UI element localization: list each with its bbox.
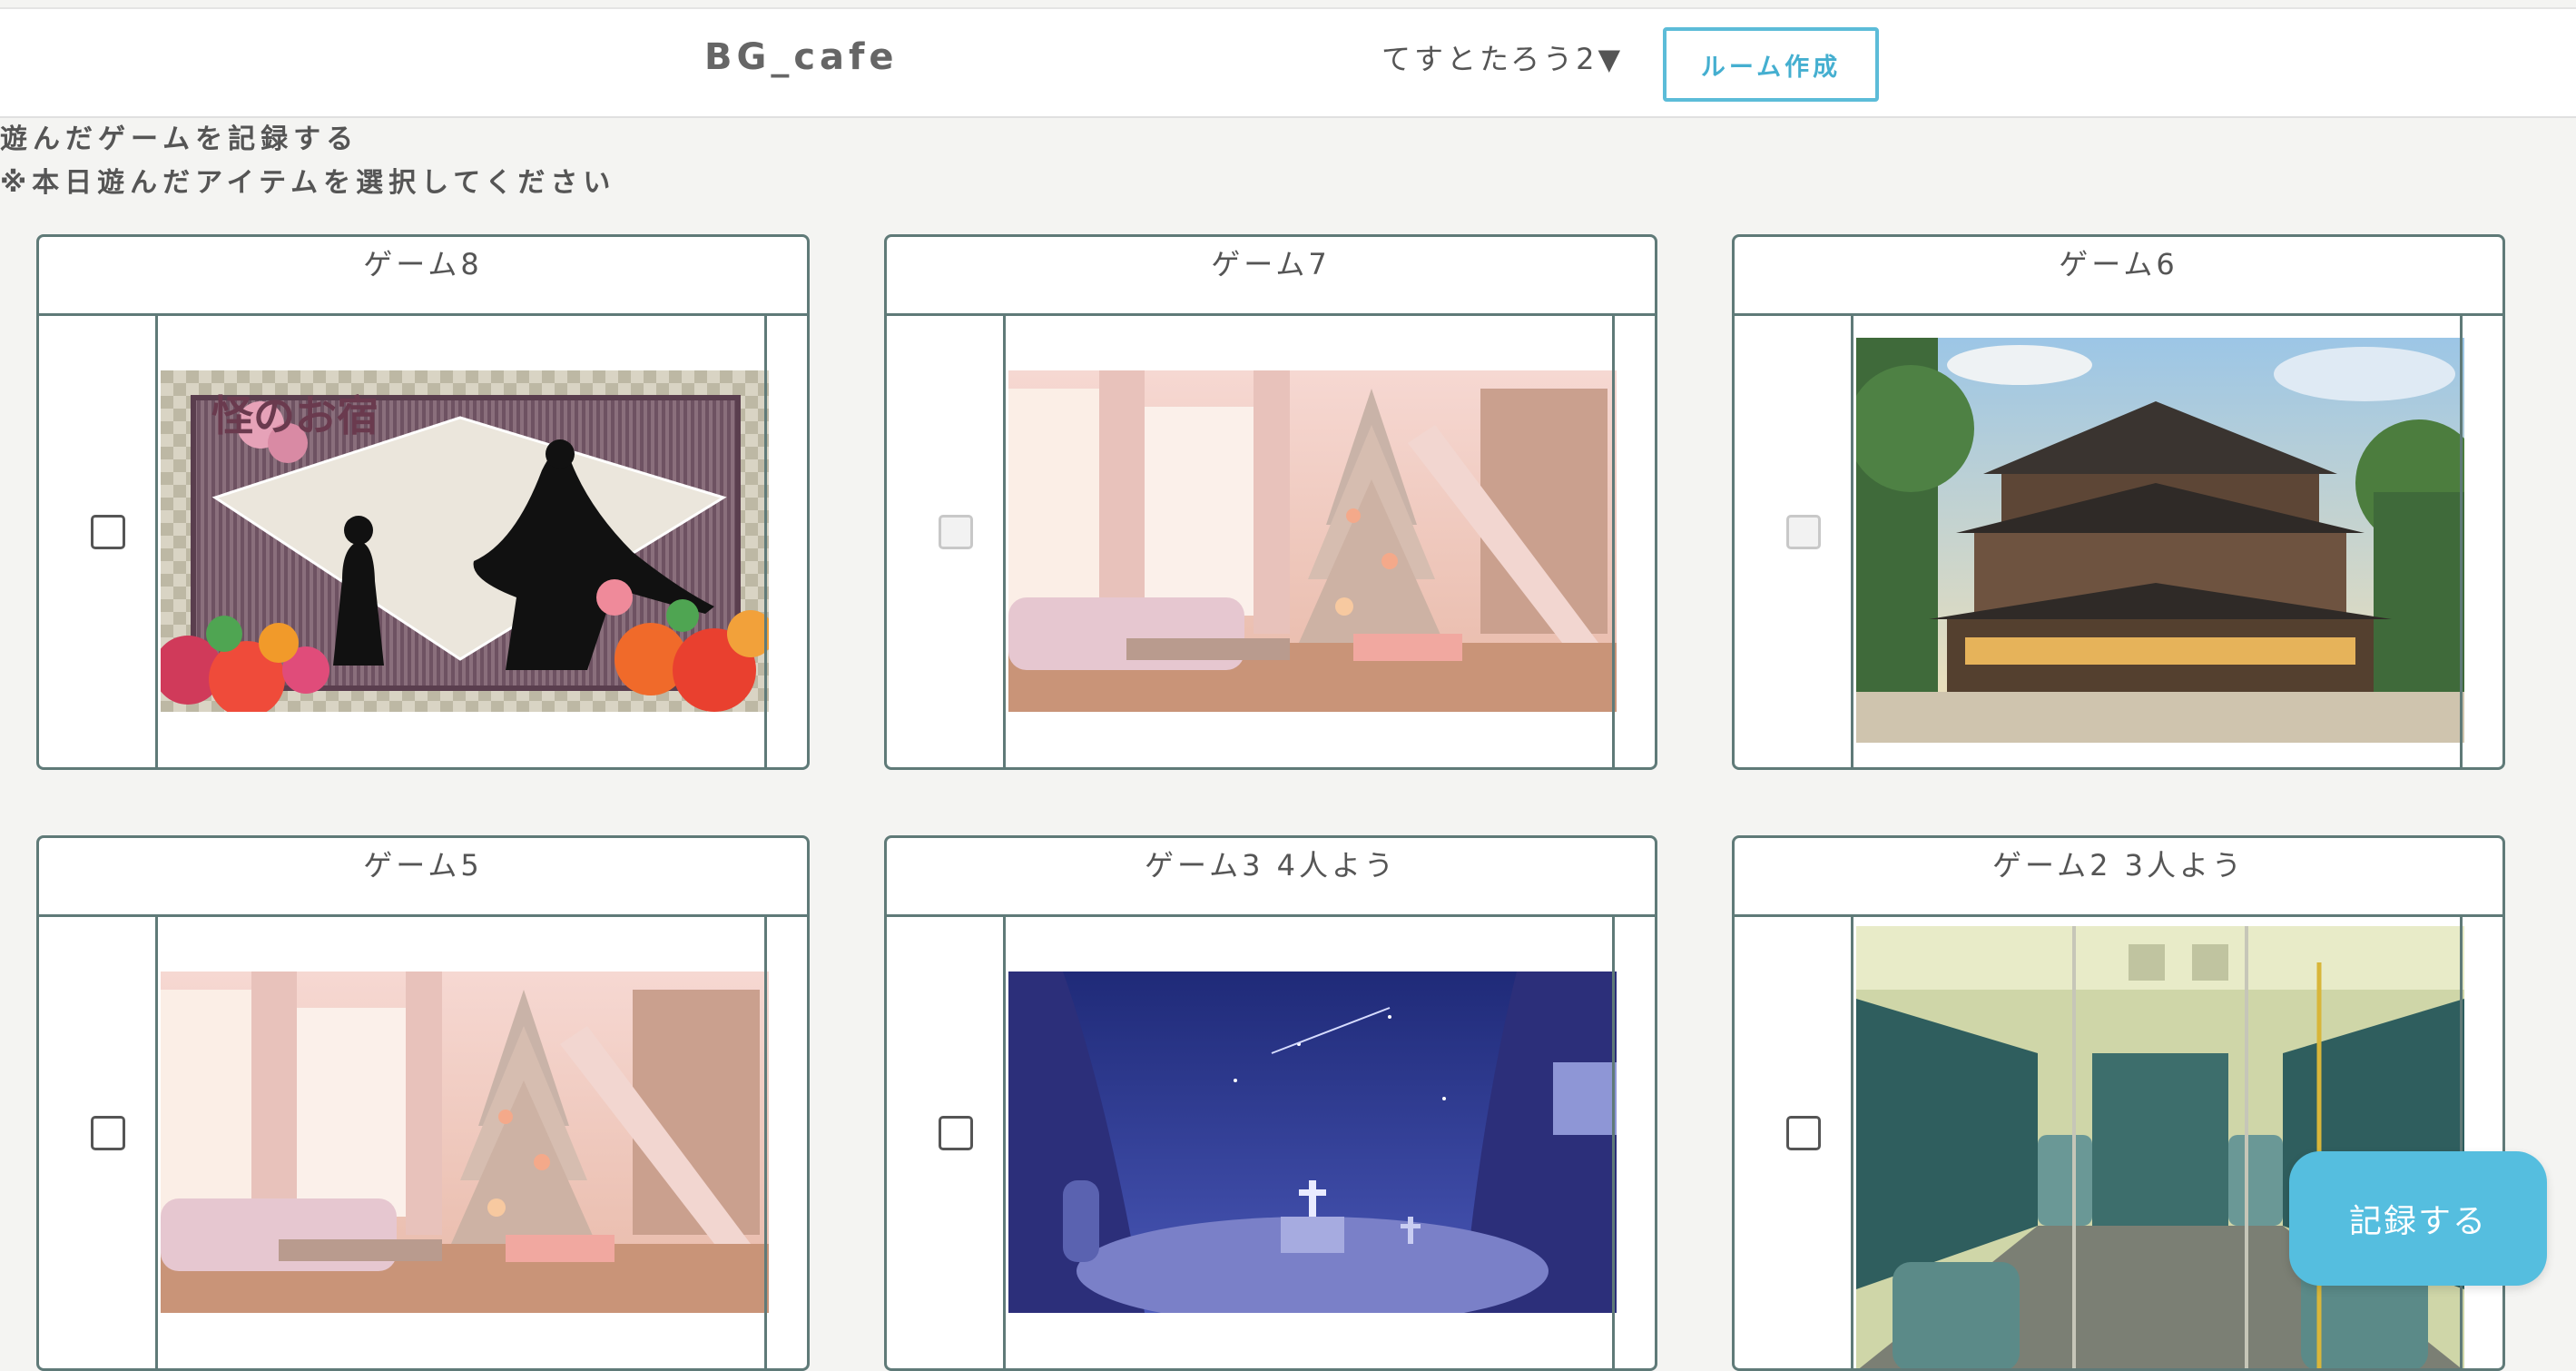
checkbox-cell: [39, 316, 158, 767]
app-header: BG_cafe てすとたろう2▼ ルーム作成: [0, 7, 2576, 118]
game-thumbnail: [1856, 926, 2464, 1368]
instruction-note: ※本日遊んだアイテムを選択してください: [0, 167, 616, 199]
card-side-column: [1612, 316, 1655, 767]
game-thumbnail: [1856, 338, 2464, 743]
game-card: ゲーム5: [36, 835, 810, 1371]
game-title: ゲーム7: [887, 237, 1655, 316]
game-thumbnail: [161, 972, 769, 1313]
checkbox-cell: [1735, 316, 1853, 767]
card-side-column: [764, 316, 807, 767]
game-title: ゲーム6: [1735, 237, 2502, 316]
intro-section: 遊んだゲームを記録する ※本日遊んだアイテムを選択してください: [0, 118, 615, 205]
thumbnail-logo-text: 怪のお宿: [211, 391, 379, 440]
game-card: ゲーム2 3人よう: [1732, 835, 2505, 1371]
checkbox-cell: [887, 917, 1006, 1368]
game-card: ゲーム6: [1732, 234, 2505, 770]
card-side-column: [1612, 917, 1655, 1368]
game-title: ゲーム3 4人よう: [887, 838, 1655, 917]
game-checkbox[interactable]: [1786, 1116, 1821, 1150]
game-thumbnail: 怪のお宿: [161, 370, 769, 712]
game-card: ゲーム3 4人よう: [884, 835, 1657, 1371]
game-card: ゲーム7: [884, 234, 1657, 770]
create-room-button[interactable]: ルーム作成: [1663, 27, 1879, 102]
game-title: ゲーム8: [39, 237, 807, 316]
game-thumbnail: [1008, 370, 1617, 712]
game-checkbox[interactable]: [91, 1116, 125, 1150]
card-side-column: [764, 917, 807, 1368]
user-menu-dropdown[interactable]: てすとたろう2▼: [1381, 36, 1624, 78]
checkbox-cell: [39, 917, 158, 1368]
game-thumbnail: [1008, 972, 1617, 1313]
game-card: ゲーム8 怪のお宿: [36, 234, 810, 770]
card-side-column: [2460, 917, 2502, 1368]
game-title: ゲーム2 3人よう: [1735, 838, 2502, 917]
game-checkbox[interactable]: [91, 515, 125, 549]
game-checkbox[interactable]: [1786, 515, 1821, 549]
card-side-column: [2460, 316, 2502, 767]
checkbox-cell: [1735, 917, 1853, 1368]
site-title[interactable]: BG_cafe: [704, 36, 899, 78]
checkbox-cell: [887, 316, 1006, 767]
record-button[interactable]: 記録する: [2289, 1151, 2547, 1286]
game-checkbox[interactable]: [939, 1116, 973, 1150]
game-checkbox[interactable]: [939, 515, 973, 549]
page-heading: 遊んだゲームを記録する: [0, 123, 359, 155]
game-title: ゲーム5: [39, 838, 807, 917]
